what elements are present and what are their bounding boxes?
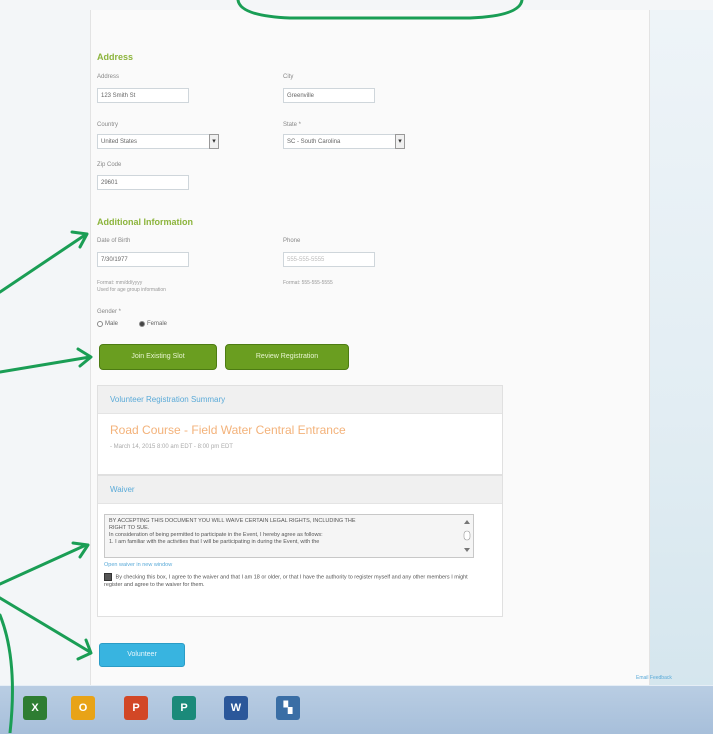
publisher-icon[interactable]: P — [172, 696, 196, 720]
state-select[interactable]: SC - South Carolina ▾ — [283, 134, 405, 149]
waiver-line-3: In consideration of being permitted to p… — [109, 532, 323, 538]
powerpoint-icon[interactable]: P — [124, 696, 148, 720]
chevron-down-icon[interactable]: ▾ — [395, 134, 405, 149]
dob-hint-format: Format: mm/dd/yyyy — [97, 280, 143, 286]
zip-label: Zip Code — [97, 162, 122, 168]
waiver-panel: Waiver BY ACCEPTING THIS DOCUMENT YOU WI… — [97, 475, 503, 617]
waiver-line-4: 1. I am familiar with the activities tha… — [109, 539, 320, 545]
review-registration-button[interactable]: Review Registration — [225, 344, 349, 370]
chevron-down-icon[interactable]: ▾ — [209, 134, 219, 149]
country-label: Country — [97, 122, 119, 128]
open-waiver-link[interactable]: Open waiver in new window — [104, 562, 172, 568]
country-select[interactable]: United States ▾ — [97, 134, 219, 149]
address-section-title: Address — [97, 52, 134, 62]
waiver-scrollbar[interactable] — [463, 518, 471, 554]
state-value: SC - South Carolina — [287, 139, 341, 145]
additional-section-title: Additional Information — [97, 217, 193, 227]
waiver-text-box[interactable]: BY ACCEPTING THIS DOCUMENT YOU WILL WAIV… — [104, 514, 474, 558]
gender-label: Gender * — [97, 309, 122, 315]
right-background — [648, 10, 713, 685]
waiver-agree-row[interactable]: By checking this box, I agree to the wai… — [104, 573, 484, 589]
event-time: - March 14, 2015 8:00 am EDT - 8:00 pm E… — [110, 444, 233, 450]
radio-male-dot[interactable] — [97, 321, 103, 327]
waiver-line-2: RIGHT TO SUE. — [109, 525, 150, 531]
event-title: Road Course - Field Water Central Entran… — [110, 423, 346, 437]
email-feedback-link[interactable]: Email Feedback — [636, 675, 672, 681]
summary-panel: Volunteer Registration Summary Road Cour… — [97, 385, 503, 475]
gender-female-radio[interactable]: Female — [139, 321, 167, 327]
dob-field[interactable]: 7/30/1977 — [97, 252, 189, 267]
gender-male-radio[interactable]: Male — [97, 321, 118, 327]
network-icon[interactable]: ▚ — [276, 696, 300, 720]
summary-panel-title: Volunteer Registration Summary — [98, 386, 502, 414]
zip-field[interactable]: 29601 — [97, 175, 189, 190]
dob-hint-usage: Used for age group information — [97, 287, 166, 293]
address-field[interactable]: 123 Smith St — [97, 88, 189, 103]
excel-icon[interactable]: X — [23, 696, 47, 720]
volunteer-button[interactable]: Volunteer — [99, 643, 185, 667]
radio-female-dot[interactable] — [139, 321, 145, 327]
state-label: State * — [283, 122, 302, 128]
phone-label: Phone — [283, 238, 301, 244]
country-value: United States — [101, 139, 138, 145]
waiver-line-1: BY ACCEPTING THIS DOCUMENT YOU WILL WAIV… — [109, 518, 356, 524]
city-field[interactable]: Greenville — [283, 88, 375, 103]
outlook-icon[interactable]: O — [71, 696, 95, 720]
phone-field[interactable]: 555-555-5555 — [283, 252, 375, 267]
dob-label: Date of Birth — [97, 238, 131, 244]
agree-text: By checking this box, I agree to the wai… — [104, 574, 468, 589]
dob-hint: Format: mm/dd/yyyy Used for age group in… — [97, 280, 166, 294]
city-label: City — [283, 74, 294, 80]
registration-page: Address Address 123 Smith St City Greenv… — [90, 10, 650, 685]
address-label: Address — [97, 74, 120, 80]
word-icon[interactable]: W — [224, 696, 248, 720]
gender-female-label: Female — [147, 321, 168, 327]
windows-taskbar: X O P P W ▚ — [0, 685, 713, 734]
waiver-panel-title: Waiver — [98, 476, 502, 504]
agree-checkbox[interactable] — [104, 573, 112, 581]
join-existing-slot-button[interactable]: Join Existing Slot — [99, 344, 217, 370]
gender-male-label: Male — [105, 321, 119, 327]
phone-hint: Format: 555-555-5555 — [283, 280, 333, 286]
left-background — [0, 10, 90, 685]
